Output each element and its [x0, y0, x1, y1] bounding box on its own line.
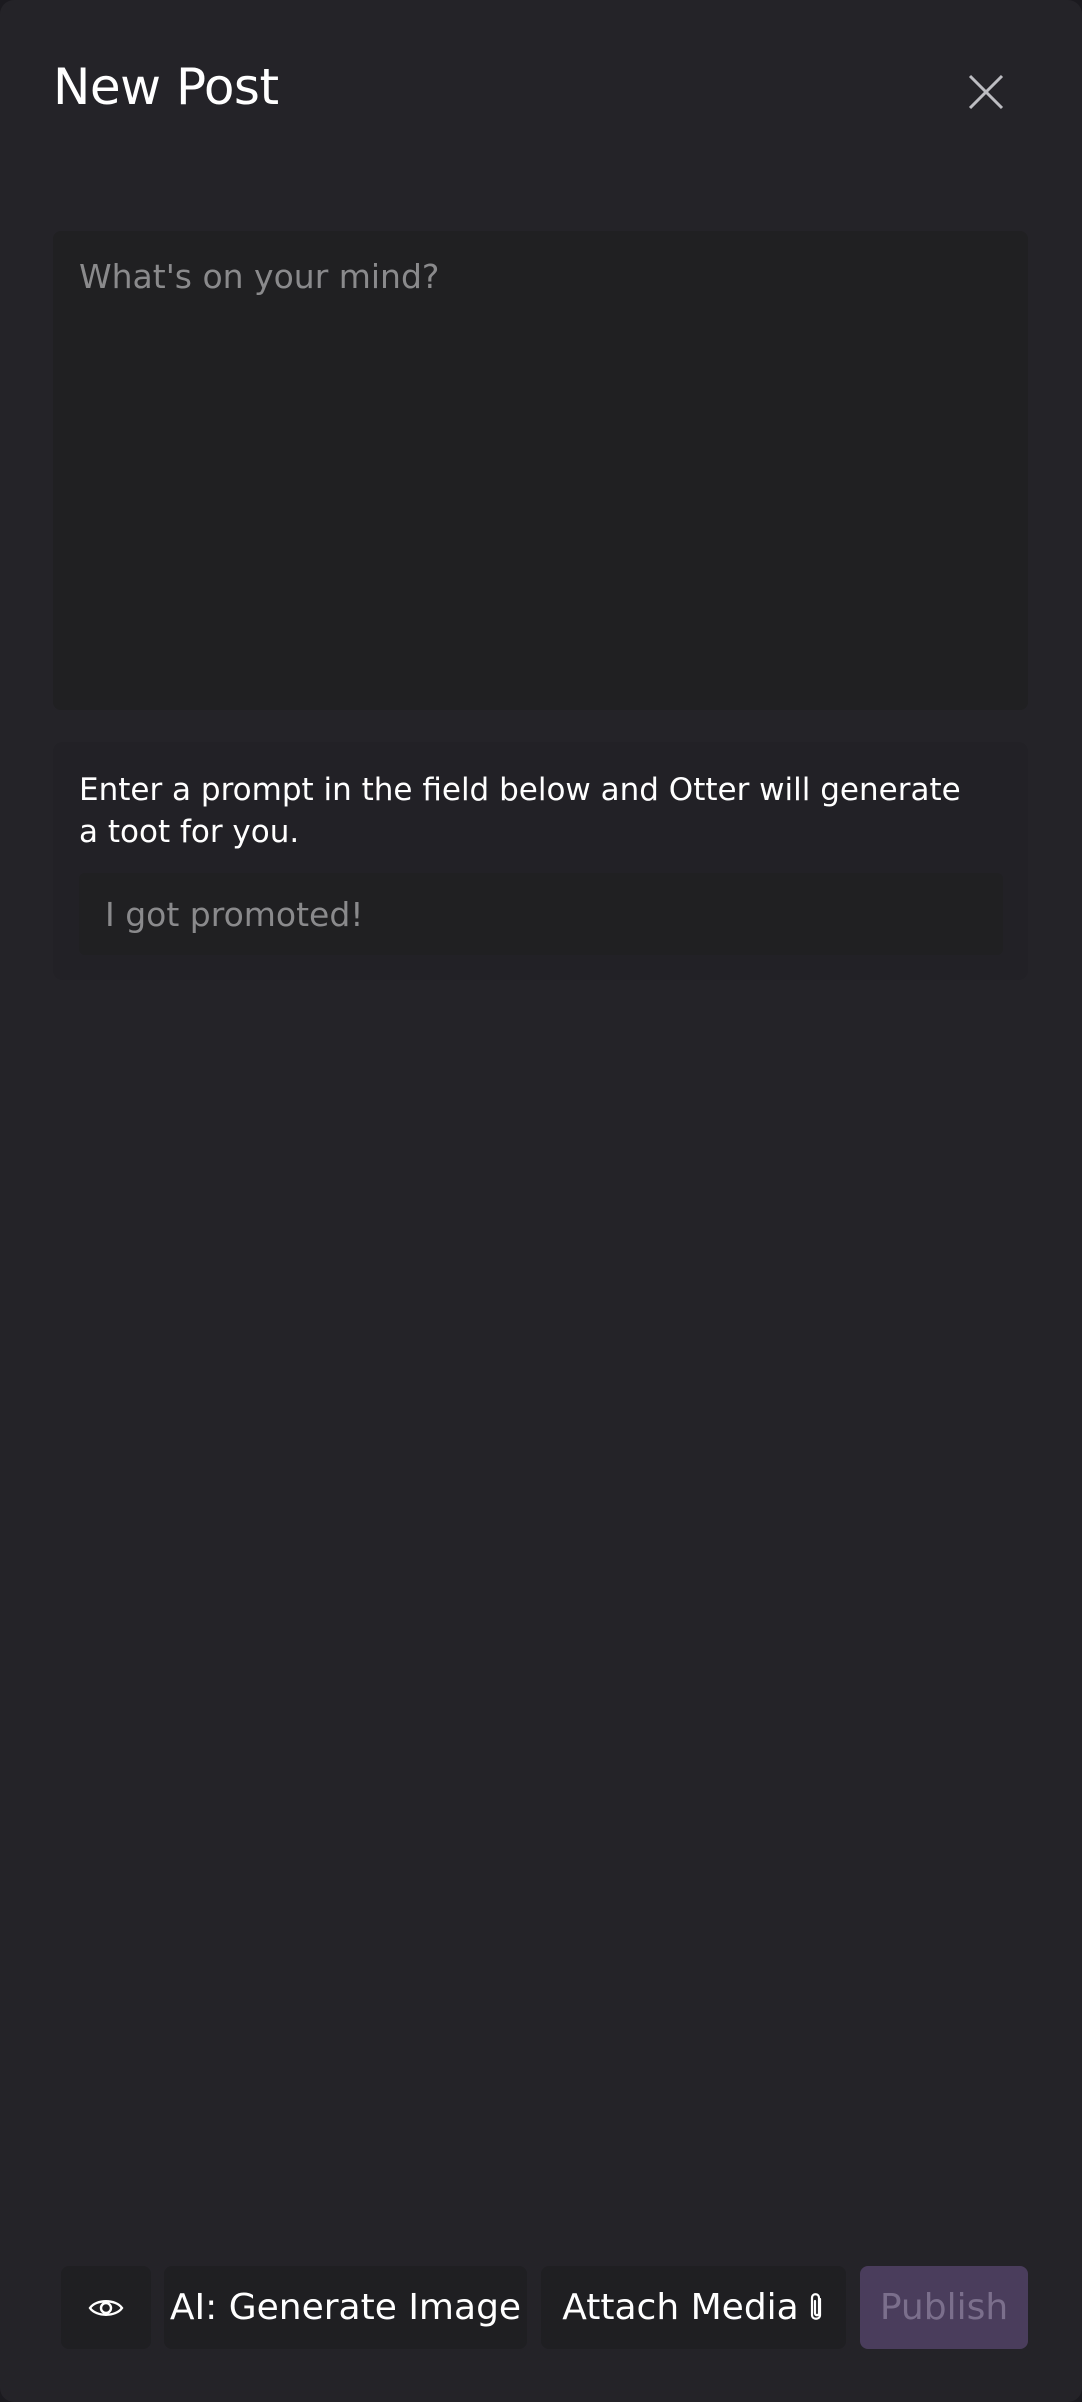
close-icon	[968, 74, 1004, 110]
attach-media-button[interactable]: Attach Media	[541, 2266, 846, 2349]
ai-prompt-description: Enter a prompt in the field below and Ot…	[79, 772, 961, 850]
post-content-textarea[interactable]	[53, 231, 1028, 710]
publish-button[interactable]: Publish	[860, 2266, 1028, 2349]
close-button[interactable]	[960, 66, 1012, 118]
attach-media-label: Attach Media	[562, 2287, 799, 2328]
new-post-dialog: New Post Enter a prompt in the field bel…	[0, 0, 1082, 2402]
dialog-title: New Post	[53, 58, 279, 116]
paperclip-icon	[807, 2291, 825, 2325]
ai-generate-image-label: AI: Generate Image	[169, 2287, 522, 2328]
eye-icon	[88, 2299, 124, 2316]
preview-button[interactable]	[61, 2266, 151, 2349]
ai-prompt-input[interactable]	[79, 873, 1003, 955]
ai-generate-image-button[interactable]: AI: Generate Image	[164, 2266, 527, 2349]
ai-prompt-panel: Enter a prompt in the field below and Ot…	[53, 742, 1028, 980]
publish-label: Publish	[879, 2287, 1009, 2328]
